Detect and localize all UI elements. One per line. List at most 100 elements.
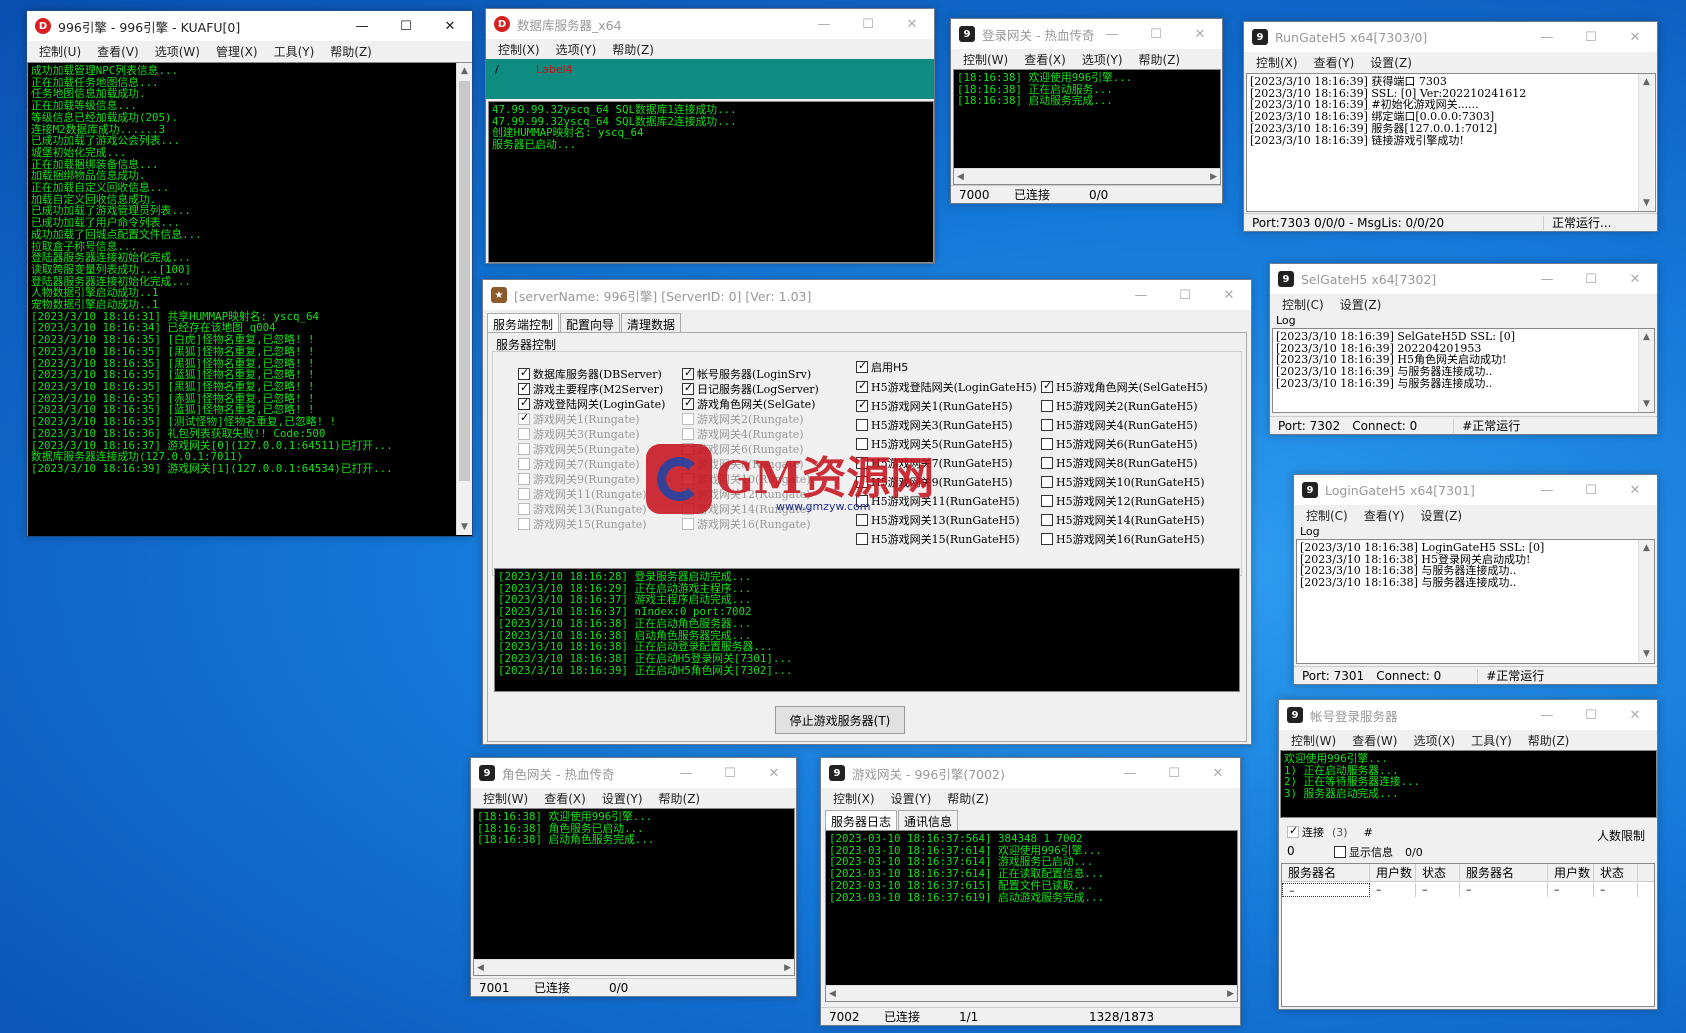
menu-tools[interactable]: 工具(Y) <box>266 43 323 60</box>
close-icon[interactable]: ✕ <box>1196 758 1240 788</box>
checkbox-box[interactable] <box>518 503 530 515</box>
checkbox-box[interactable] <box>1334 846 1346 858</box>
checkbox-box[interactable] <box>856 533 868 545</box>
server-checkbox[interactable]: H5游戏网关3(RunGateH5) <box>856 417 1013 433</box>
checkbox-box[interactable] <box>1041 379 1053 393</box>
server-checkbox[interactable]: 数据库服务器(DBServer) <box>518 366 662 382</box>
role-gate-hscroll[interactable]: ◀ ▶ <box>474 959 794 975</box>
server-checkbox[interactable]: H5游戏网关2(RunGateH5) <box>1041 398 1198 414</box>
checkbox-box[interactable] <box>682 428 694 440</box>
maximize-icon[interactable]: ☐ <box>846 9 890 39</box>
menu-options[interactable]: 选项(W) <box>147 43 208 60</box>
scroll-down-icon[interactable]: ▼ <box>1639 646 1654 662</box>
minimize-icon[interactable]: — <box>340 11 384 41</box>
menu-control[interactable]: 控制(X) <box>1248 54 1306 71</box>
game-gate-hscroll[interactable]: ◀ ▶ <box>826 985 1237 1001</box>
checkbox-box[interactable] <box>518 443 530 455</box>
logingate-h5-log[interactable]: [2023/3/10 18:16:38] LoginGateH5 SSL: [0… <box>1296 539 1655 664</box>
server-checkbox[interactable]: H5游戏网关6(RunGateH5) <box>1041 436 1198 452</box>
server-checkbox[interactable]: H5游戏网关7(RunGateH5) <box>856 455 1013 471</box>
checkbox-box[interactable] <box>1041 514 1053 526</box>
scroll-down-icon[interactable]: ▼ <box>1639 396 1654 412</box>
server-checkbox[interactable]: 帐号服务器(LoginSrv) <box>682 366 811 382</box>
checkbox-box[interactable] <box>1041 533 1053 545</box>
checkbox-box[interactable] <box>682 518 694 530</box>
menu-control[interactable]: 控制(C) <box>1274 296 1332 313</box>
server-checkbox[interactable]: H5游戏网关11(RunGateH5) <box>856 493 1020 509</box>
menu-control[interactable]: 控制(W) <box>1283 732 1344 749</box>
server-checkbox[interactable]: 游戏网关10(Rungate) <box>682 471 811 487</box>
server-checkbox[interactable]: H5游戏网关1(RunGateH5) <box>856 398 1013 414</box>
checkbox-box[interactable] <box>518 488 530 500</box>
server-checkbox[interactable]: H5游戏网关16(RunGateH5) <box>1041 531 1205 547</box>
checkbox-box[interactable] <box>856 359 868 373</box>
menu-settings[interactable]: 设置(Y) <box>883 790 940 807</box>
server-checkbox[interactable]: H5游戏网关13(RunGateH5) <box>856 512 1020 528</box>
login-gate-hscroll[interactable]: ◀ ▶ <box>954 168 1220 184</box>
maximize-icon[interactable]: ☐ <box>1152 758 1196 788</box>
scroll-left-icon[interactable]: ◀ <box>477 963 484 973</box>
selgate-scrollbar[interactable]: ▲ ▼ <box>1638 329 1654 412</box>
show-info-checkbox[interactable]: 显示信息 0/0 <box>1334 844 1423 860</box>
tab-comm-info[interactable]: 通讯信息 <box>898 810 959 832</box>
db-titlebar[interactable]: D 数据库服务器_x64 — ☐ ✕ <box>486 9 934 39</box>
checkbox-box[interactable] <box>518 411 530 425</box>
menu-settings[interactable]: 设置(Z) <box>1412 507 1470 524</box>
checkbox-box[interactable] <box>682 413 694 425</box>
checkbox-box[interactable] <box>682 503 694 515</box>
checkbox-box[interactable] <box>518 518 530 530</box>
checkbox-box[interactable] <box>1041 400 1053 412</box>
server-checkbox[interactable]: 游戏网关14(Rungate) <box>682 501 811 517</box>
checkbox-box[interactable] <box>1287 824 1299 838</box>
server-checkbox[interactable]: 游戏主要程序(M2Server) <box>518 381 663 397</box>
server-checkbox[interactable]: 游戏网关3(Rungate) <box>518 426 640 442</box>
checkbox-box[interactable] <box>518 381 530 395</box>
server-checkbox[interactable]: H5游戏登陆网关(LoginGateH5) <box>856 379 1037 395</box>
menu-options[interactable]: 选项(Y) <box>1074 51 1131 68</box>
close-icon[interactable]: ✕ <box>1613 475 1657 505</box>
account-titlebar[interactable]: 9 帐号登录服务器 — ☐ ✕ <box>1279 700 1657 730</box>
checkbox-box[interactable] <box>856 379 868 393</box>
menu-settings[interactable]: 设置(Z) <box>1362 54 1420 71</box>
role-gate-titlebar[interactable]: 9 角色网关 - 热血传奇 — ☐ ✕ <box>471 758 796 788</box>
server-checkbox[interactable]: H5游戏网关12(RunGateH5) <box>1041 493 1205 509</box>
role-gate-log[interactable]: [18:16:38] 欢迎使用996引擎... [18:16:38] 角色服务已… <box>474 809 794 959</box>
checkbox-box[interactable] <box>518 396 530 410</box>
checkbox-box[interactable] <box>518 473 530 485</box>
maximize-icon[interactable]: ☐ <box>1163 280 1207 310</box>
server-checkbox[interactable]: 日记服务器(LogServer) <box>682 381 819 397</box>
menu-help[interactable]: 帮助(Z) <box>322 43 380 60</box>
checkbox-box[interactable] <box>1041 438 1053 450</box>
scroll-up-icon[interactable]: ▲ <box>1639 74 1654 90</box>
col-status[interactable]: 状态 <box>1416 864 1460 881</box>
server-checkbox[interactable]: 游戏网关12(Rungate) <box>682 486 811 502</box>
checkbox-box[interactable] <box>518 428 530 440</box>
account-log[interactable]: 欢迎使用996引擎... 1) 正在启动服务器... 2) 正在等待服务器连接.… <box>1280 750 1657 818</box>
server-checkbox[interactable]: H5游戏网关4(RunGateH5) <box>1041 417 1198 433</box>
checkbox-box[interactable] <box>856 457 868 469</box>
minimize-icon[interactable]: — <box>1090 19 1134 49</box>
server-checkbox[interactable]: 游戏网关9(Rungate) <box>518 471 640 487</box>
server-checkbox[interactable]: H5游戏网关10(RunGateH5) <box>1041 474 1205 490</box>
checkbox-box[interactable] <box>518 458 530 470</box>
menu-settings[interactable]: 设置(Z) <box>1332 296 1390 313</box>
server-control-titlebar[interactable]: ★ [serverName: 996引擎] [ServerID: 0] [Ver… <box>483 280 1251 310</box>
scroll-thumb[interactable] <box>459 81 470 481</box>
minimize-icon[interactable]: — <box>1108 758 1152 788</box>
scroll-left-icon[interactable]: ◀ <box>957 172 964 182</box>
scroll-right-icon[interactable]: ▶ <box>1227 989 1234 999</box>
server-checkbox[interactable]: H5游戏网关8(RunGateH5) <box>1041 455 1198 471</box>
menu-help[interactable]: 帮助(Z) <box>1520 732 1578 749</box>
menu-settings[interactable]: 设置(Y) <box>594 790 651 807</box>
rungate-titlebar[interactable]: 9 RunGateH5 x64[7303/0] — ☐ ✕ <box>1244 22 1657 52</box>
menu-view[interactable]: 查看(Y) <box>1306 54 1363 71</box>
server-checkbox[interactable]: 游戏网关5(Rungate) <box>518 441 640 457</box>
logingate-h5-titlebar[interactable]: 9 LoginGateH5 x64[7301] — ☐ ✕ <box>1294 475 1657 505</box>
menu-options[interactable]: 选项(X) <box>1405 732 1463 749</box>
maximize-icon[interactable]: ☐ <box>1569 700 1613 730</box>
minimize-icon[interactable]: — <box>664 758 708 788</box>
col-status-2[interactable]: 状态 <box>1594 864 1638 881</box>
server-checkbox[interactable]: 游戏网关8(Rungate) <box>682 456 804 472</box>
maximize-icon[interactable]: ☐ <box>1569 264 1613 294</box>
checkbox-box[interactable] <box>856 514 868 526</box>
